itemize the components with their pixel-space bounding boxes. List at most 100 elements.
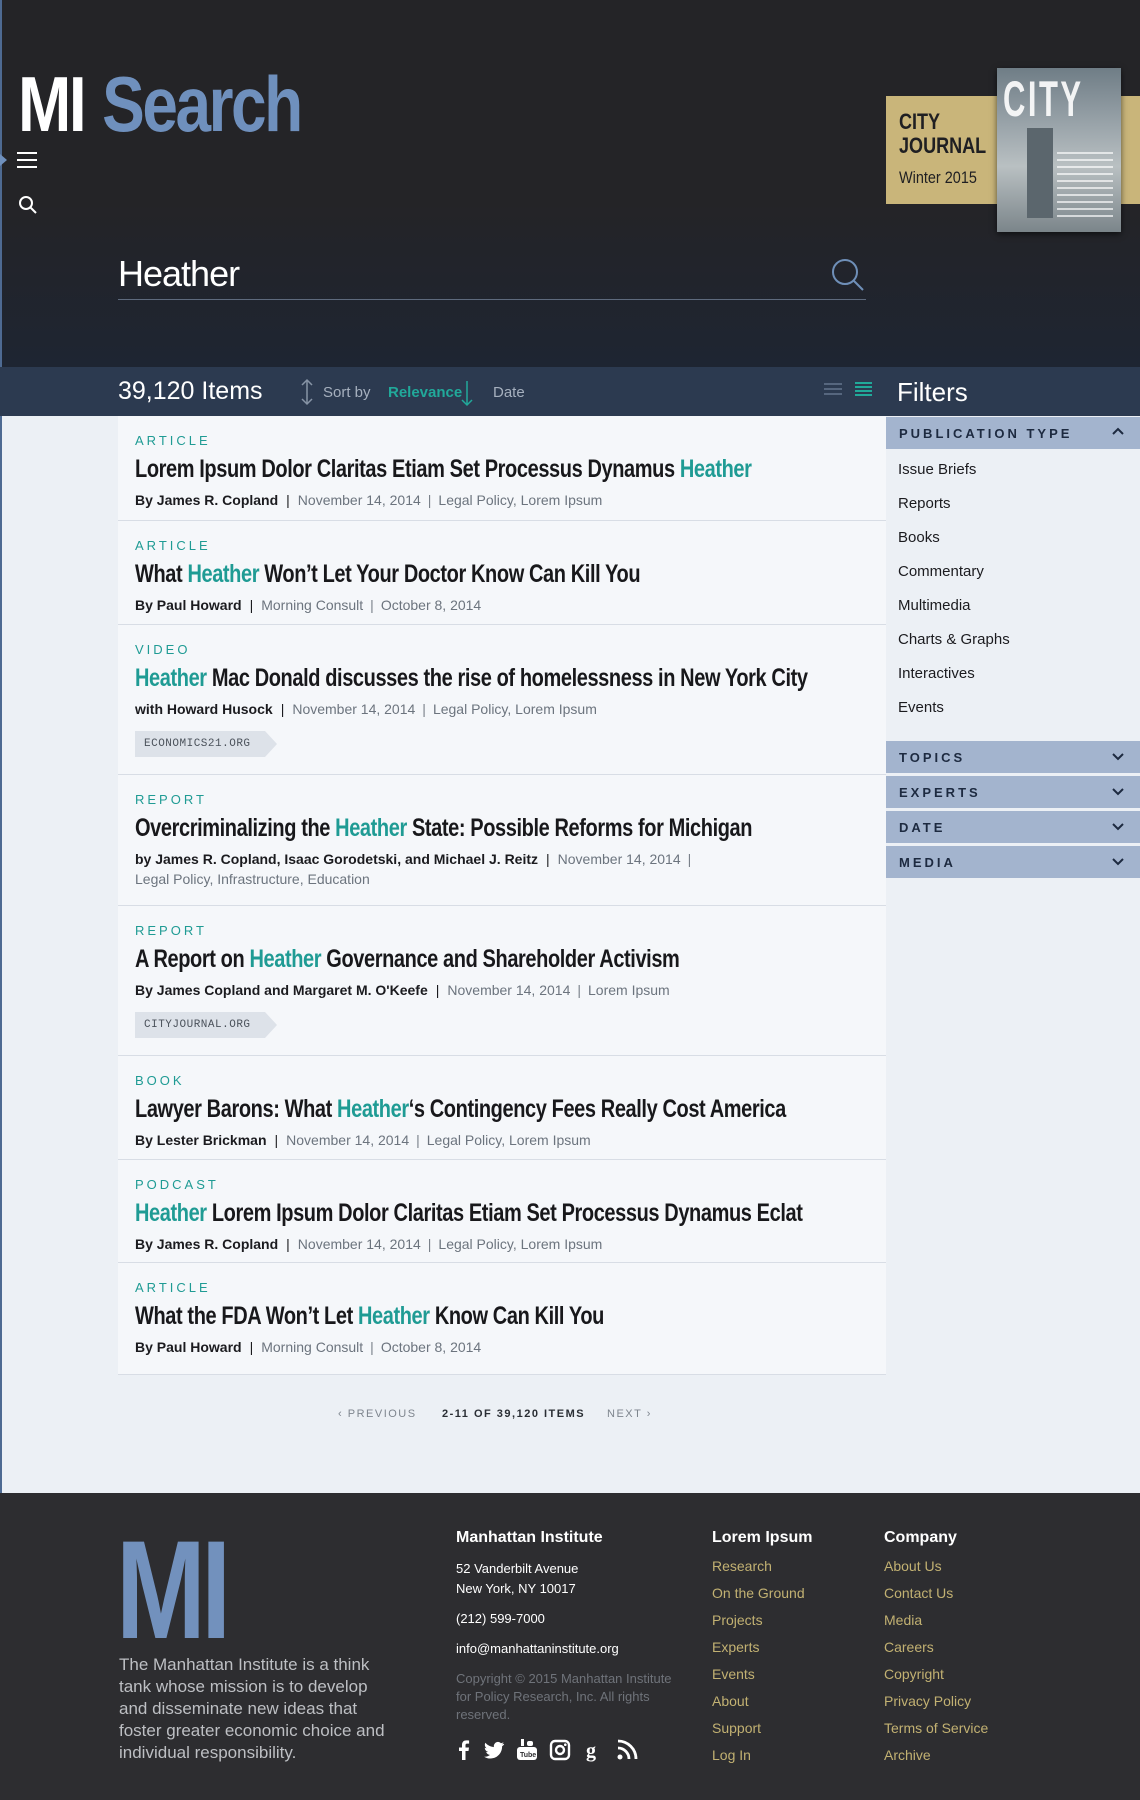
result-title[interactable]: Lorem Ipsum Dolor Claritas Etiam Set Pro…	[135, 455, 752, 483]
google-plus-icon[interactable]: g	[582, 1738, 606, 1762]
result-author[interactable]: By Paul Howard	[135, 1339, 242, 1355]
filter-option-charts-graphs[interactable]: Charts & Graphs	[898, 631, 1010, 648]
footer-link-archive[interactable]: Archive	[884, 1747, 931, 1763]
footer-logo[interactable]: MI	[116, 1520, 231, 1660]
sort-relevance-option[interactable]: Relevance	[388, 384, 462, 401]
result-title[interactable]: Heather Mac Donald discusses the rise of…	[135, 664, 808, 692]
footer-lorem-heading: Lorem Ipsum	[712, 1529, 813, 1546]
result-author[interactable]: By James R. Copland	[135, 1236, 278, 1252]
footer-link-careers[interactable]: Careers	[884, 1639, 934, 1655]
result-meta: By James R. Copland | November 14, 2014 | Le…	[135, 1236, 603, 1252]
footer-phone: (212) 599-7000	[456, 1611, 545, 1626]
search-highlight: Heather	[135, 664, 207, 692]
search-highlight: Heather	[337, 1095, 409, 1123]
result-title[interactable]: What Heather Won’t Let Your Doctor Know …	[135, 560, 722, 588]
facebook-icon[interactable]	[452, 1738, 476, 1762]
next-page-link[interactable]: NEXT ›	[607, 1408, 652, 1420]
pagination-info: 2-11 OF 39,120 ITEMS	[442, 1408, 586, 1420]
result-author[interactable]: By James Copland and Margaret M. O'Keefe	[135, 982, 428, 998]
search-icon[interactable]	[18, 195, 38, 215]
result-item[interactable]: VIDEO Heather Mac Donald discusses the r…	[118, 625, 886, 775]
result-author[interactable]: by James R. Copland, Isaac Gorodetski, a…	[135, 851, 538, 867]
footer-link-privacy-policy[interactable]: Privacy Policy	[884, 1693, 971, 1709]
result-item[interactable]: ARTICLE What Heather Won’t Let Your Doct…	[118, 521, 886, 625]
footer-link-about[interactable]: About	[712, 1693, 749, 1709]
footer-tagline: The Manhattan Institute is a think tank …	[119, 1655, 385, 1762]
youtube-icon[interactable]: Tube	[515, 1738, 539, 1762]
source-tag[interactable]: CITYJOURNAL.ORG	[135, 1012, 277, 1038]
result-author[interactable]: with Howard Husock	[135, 701, 273, 717]
result-item[interactable]: REPORT Overcriminalizing the Heather Sta…	[118, 775, 886, 906]
result-author[interactable]: By Paul Howard	[135, 597, 242, 613]
footer-link-on-the-ground[interactable]: On the Ground	[712, 1585, 805, 1601]
filter-date[interactable]: DATE	[886, 811, 1140, 843]
rss-icon[interactable]	[615, 1738, 639, 1762]
footer-link-experts[interactable]: Experts	[712, 1639, 759, 1655]
footer-link-media[interactable]: Media	[884, 1612, 922, 1628]
footer-link-log-in[interactable]: Log In	[712, 1747, 751, 1763]
filter-heading: DATE	[899, 820, 946, 835]
filter-option-interactives[interactable]: Interactives	[898, 665, 975, 682]
footer-link-events[interactable]: Events	[712, 1666, 755, 1682]
footer-address-line1: 52 Vanderbilt Avenue	[456, 1561, 579, 1576]
result-title[interactable]: A Report on Heather Governance and Share…	[135, 945, 722, 973]
compact-view-icon[interactable]	[855, 382, 872, 398]
search-submit-icon[interactable]	[830, 257, 866, 293]
result-item[interactable]: ARTICLE What the FDA Won’t Let Heather K…	[118, 1263, 886, 1375]
search-highlight: Heather	[187, 560, 260, 588]
filter-heading: MEDIA	[899, 855, 956, 870]
result-meta: with Howard Husock | November 14, 2014 | Leg…	[135, 701, 597, 717]
footer-link-about-us[interactable]: About Us	[884, 1558, 942, 1574]
result-meta: By Paul Howard | Morning Consult | October 8…	[135, 1339, 482, 1355]
footer-link-contact-us[interactable]: Contact Us	[884, 1585, 953, 1601]
logo-mi: MI	[18, 60, 87, 148]
footer-link-copyright[interactable]: Copyright	[884, 1666, 944, 1682]
filter-option-reports[interactable]: Reports	[898, 495, 951, 512]
result-type: VIDEO	[135, 642, 191, 657]
result-title[interactable]: Heather Lorem Ipsum Dolor Claritas Etiam…	[135, 1199, 803, 1227]
list-view-icon[interactable]	[824, 383, 842, 397]
result-title[interactable]: Lawyer Barons: What Heather‘s Contingenc…	[135, 1095, 786, 1123]
result-title[interactable]: Overcriminalizing the Heather State: Pos…	[135, 814, 752, 842]
site-logo[interactable]: MI Search	[18, 60, 303, 148]
result-item[interactable]: BOOK Lawyer Barons: What Heather‘s Conti…	[118, 1056, 886, 1160]
filter-option-commentary[interactable]: Commentary	[898, 563, 984, 580]
filter-option-issue-briefs[interactable]: Issue Briefs	[898, 461, 976, 478]
result-type: ARTICLE	[135, 538, 211, 553]
hamburger-menu-icon[interactable]	[17, 152, 37, 168]
search-highlight: Heather	[357, 1302, 430, 1330]
footer-link-research[interactable]: Research	[712, 1558, 772, 1574]
result-item[interactable]: ARTICLE Lorem Ipsum Dolor Claritas Etiam…	[118, 416, 886, 521]
result-meta: By Lester Brickman | November 14, 2014 | Leg…	[135, 1132, 591, 1148]
magazine-cover-image[interactable]: CITY	[997, 68, 1121, 232]
result-item[interactable]: PODCAST Heather Lorem Ipsum Dolor Clarit…	[118, 1160, 886, 1263]
result-type: PODCAST	[135, 1177, 219, 1192]
footer-link-support[interactable]: Support	[712, 1720, 761, 1736]
result-item[interactable]: REPORT A Report on Heather Governance an…	[118, 906, 886, 1056]
filter-topics[interactable]: TOPICS	[886, 741, 1140, 773]
twitter-icon[interactable]	[482, 1738, 506, 1762]
filter-experts[interactable]: EXPERTS	[886, 776, 1140, 808]
filter-option-events[interactable]: Events	[898, 699, 944, 716]
result-author[interactable]: By Lester Brickman	[135, 1132, 267, 1148]
instagram-icon[interactable]	[548, 1738, 572, 1762]
filter-heading: EXPERTS	[899, 785, 981, 800]
filter-media[interactable]: MEDIA	[886, 846, 1140, 878]
promo-issue: Winter 2015	[899, 168, 977, 187]
previous-page-link[interactable]: ‹ PREVIOUS	[338, 1408, 417, 1420]
cover-masthead: CITY	[1003, 71, 1084, 127]
result-title[interactable]: What the FDA Won’t Let Heather Know Can …	[135, 1302, 722, 1330]
source-tag[interactable]: ECONOMICS21.ORG	[135, 731, 277, 757]
sort-date-option[interactable]: Date	[493, 384, 525, 401]
footer-link-terms-of-service[interactable]: Terms of Service	[884, 1720, 988, 1736]
logo-search: Search	[102, 60, 303, 148]
footer-link-projects[interactable]: Projects	[712, 1612, 763, 1628]
filter-publication-type[interactable]: PUBLICATION TYPE	[886, 417, 1140, 449]
filter-option-books[interactable]: Books	[898, 529, 940, 546]
search-input[interactable]	[118, 248, 866, 300]
filter-option-multimedia[interactable]: Multimedia	[898, 597, 971, 614]
result-meta: By James R. Copland | November 14, 2014 | Le…	[135, 492, 603, 508]
footer-email[interactable]: info@manhattaninstitute.org	[456, 1639, 619, 1659]
arrow-down-icon[interactable]	[460, 379, 474, 407]
result-author[interactable]: By James R. Copland	[135, 492, 278, 508]
